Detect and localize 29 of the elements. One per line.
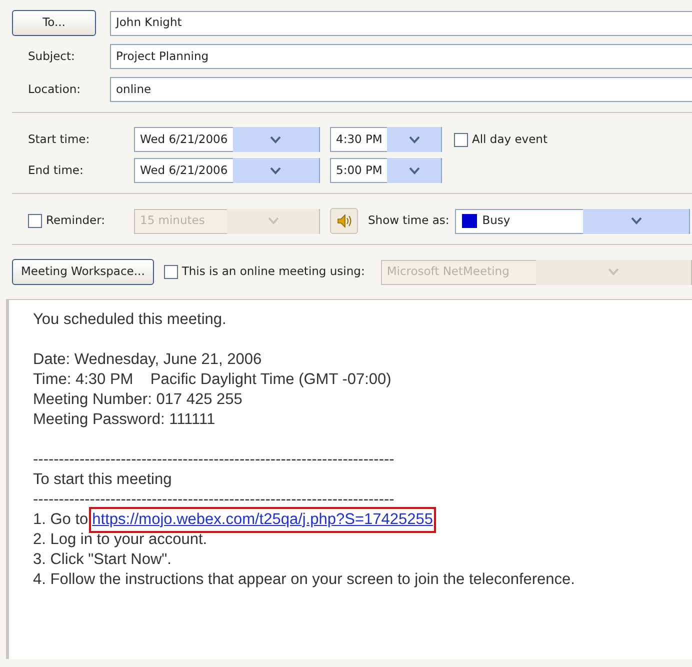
field-label: Subject: bbox=[27, 48, 76, 65]
time-dropdown[interactable]: 5:00 PM bbox=[330, 158, 442, 183]
field-label: Start time: bbox=[27, 130, 91, 148]
message-line: 4. Follow the instructions that appear on your screen to join the teleconference. bbox=[33, 570, 576, 590]
meeting-workspace-button[interactable]: Meeting Workspace... bbox=[12, 259, 154, 285]
message-line: ---------------------------------------------------------------------- bbox=[33, 490, 396, 510]
text-field[interactable]: Project Planning bbox=[110, 44, 692, 69]
to-field[interactable]: John Knight bbox=[110, 10, 692, 36]
message-line: Date: Wednesday, June 21, 2006 bbox=[33, 350, 263, 370]
date-dropdown[interactable]: Wed 6/21/2006 bbox=[134, 127, 320, 152]
message-line: 2. Log in to your account. bbox=[33, 530, 208, 550]
message-line: Time: 4:30 PM Pacific Daylight Time (GMT -07:00) bbox=[33, 370, 392, 390]
message-line: To start this meeting bbox=[33, 470, 173, 490]
field-label: Show time as: bbox=[368, 212, 450, 230]
message-line: You scheduled this meeting. bbox=[33, 310, 228, 330]
message-line: Meeting Password: 111111 bbox=[33, 410, 216, 430]
meeting-link[interactable]: https://mojo.webex.com/t25qa/j.php?S=17425255 bbox=[92, 510, 433, 530]
time-dropdown[interactable]: 4:30 PM bbox=[330, 127, 442, 152]
message-line: Meeting Number: 017 425 255 bbox=[33, 390, 244, 410]
text-field[interactable]: online bbox=[110, 77, 692, 102]
status-dropdown[interactable]: Busy bbox=[455, 208, 690, 234]
field-label: Location: bbox=[27, 80, 82, 98]
message-line: 1. Go to bbox=[33, 510, 88, 530]
message-line: 3. Click "Start Now". bbox=[33, 550, 172, 570]
to-button[interactable]: To... bbox=[12, 10, 96, 36]
date-dropdown[interactable]: Wed 6/21/2006 bbox=[134, 158, 320, 183]
field-label: End time: bbox=[27, 162, 84, 179]
checkbox-label[interactable]: All day event bbox=[472, 130, 548, 148]
message-line: ---------------------------------------------------------------------- bbox=[33, 450, 396, 470]
